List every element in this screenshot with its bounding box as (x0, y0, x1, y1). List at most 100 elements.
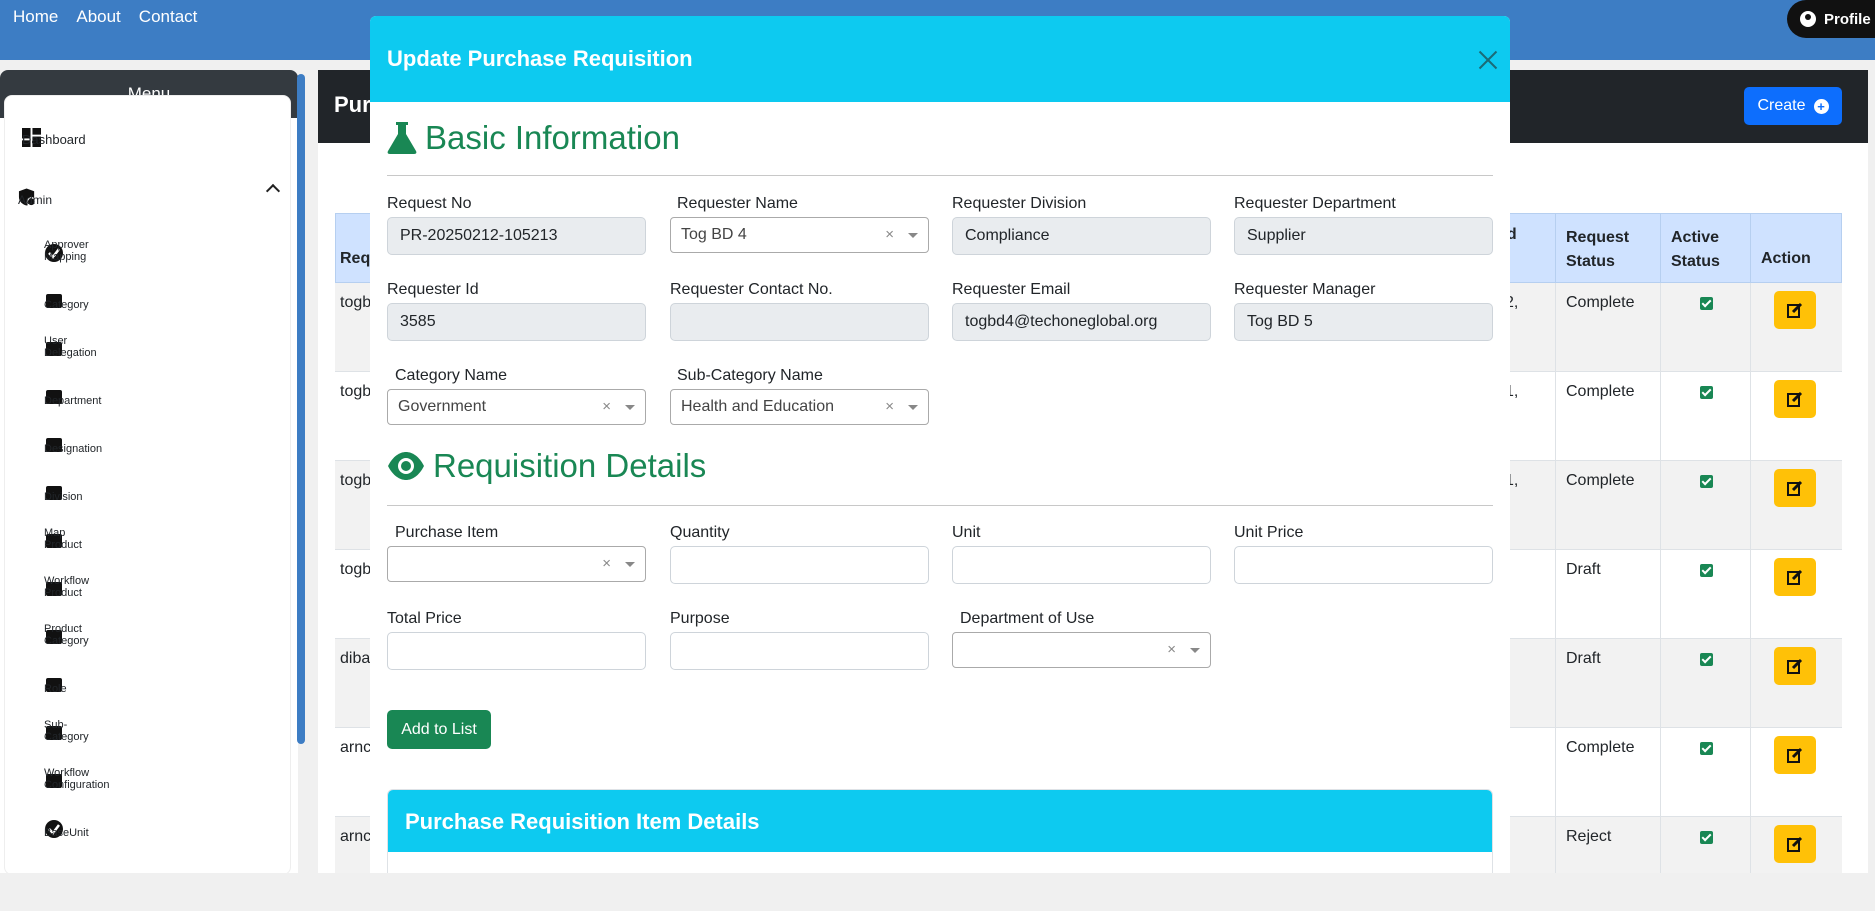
cell-request-status: Complete (1566, 472, 1635, 489)
edit-button[interactable] (1774, 647, 1816, 685)
sidebar-item-admin[interactable]: Admin (18, 187, 52, 207)
sidebar-item-label: Sub-Category (44, 719, 89, 743)
sidebar-item-role[interactable]: Role (44, 675, 67, 695)
unit-input[interactable] (952, 546, 1211, 584)
requisition-details-heading: Requisition Details (387, 447, 706, 485)
request-no-field[interactable]: PR-20250212-105213 (387, 217, 646, 255)
add-to-list-button[interactable]: Add to List (387, 710, 491, 749)
sidebar-item-map-product[interactable]: Map Product (44, 527, 82, 551)
clear-icon[interactable]: × (1167, 641, 1176, 658)
requester-email-label: Requester Email (952, 281, 1071, 298)
sidebar-item-approver-mapping[interactable]: Approver Mapping (44, 239, 89, 263)
sidebar-item-workflow-product[interactable]: Workflow Product (44, 575, 89, 599)
page-title: Pur (334, 92, 371, 117)
purchase-item-select[interactable]: × (387, 546, 646, 582)
requester-contact-field[interactable] (670, 303, 929, 341)
edit-icon (1787, 391, 1803, 407)
total-price-label: Total Price (387, 610, 462, 627)
edit-icon (1787, 302, 1803, 318)
sidebar-item-label: User Delegation (44, 335, 97, 359)
profile-button[interactable]: Profile (1787, 0, 1875, 38)
edit-button[interactable] (1774, 736, 1816, 774)
clear-icon[interactable]: × (885, 398, 894, 415)
requester-manager-field[interactable]: Tog BD 5 (1234, 303, 1493, 341)
modal-title: Update Purchase Requisition (387, 46, 693, 71)
edit-button[interactable] (1774, 825, 1816, 863)
requester-division-field[interactable]: Compliance (952, 217, 1211, 255)
edit-button[interactable] (1774, 558, 1816, 596)
chevron-down-icon[interactable] (1190, 648, 1200, 653)
section-title: Basic Information (425, 119, 680, 156)
sidebar-item-sub-category[interactable]: Sub-Category (44, 719, 89, 743)
unit-price-input[interactable] (1234, 546, 1493, 584)
cell-requester: arnc (340, 739, 372, 756)
chevron-down-icon[interactable] (908, 233, 918, 238)
active-status-checkbox[interactable] (1700, 386, 1713, 399)
cell-requester: togb (340, 472, 372, 489)
create-button[interactable]: Create + (1744, 87, 1842, 125)
chevron-down-icon[interactable] (625, 562, 635, 567)
cell-requester: arnc (340, 828, 372, 845)
edit-button[interactable] (1774, 380, 1816, 418)
category-name-select[interactable]: Government × (387, 389, 646, 425)
department-of-use-select[interactable]: × (952, 632, 1211, 668)
column-header-active-status[interactable]: Active Status (1671, 226, 1731, 274)
quantity-label: Quantity (670, 524, 730, 541)
edit-button[interactable] (1774, 291, 1816, 329)
quantity-input[interactable] (670, 546, 929, 584)
edit-button[interactable] (1774, 469, 1816, 507)
edit-icon (1787, 658, 1803, 674)
total-price-input[interactable] (387, 632, 646, 670)
cell-requester: togb (340, 561, 372, 578)
sidebar-item-product-category[interactable]: Product Category (44, 623, 89, 647)
unit-label: Unit (952, 524, 981, 541)
sidebar-item-label: Admin (18, 193, 53, 207)
column-header-request-status[interactable]: Request Status (1566, 226, 1646, 274)
sidebar-item-baseunit[interactable]: BaseUnit (44, 819, 89, 839)
requester-email-field[interactable]: togbd4@techoneglobal.org (952, 303, 1211, 341)
requester-id-label: Requester Id (387, 281, 479, 298)
nav-link-contact[interactable]: Contact (139, 7, 198, 27)
requester-id-field[interactable]: 3585 (387, 303, 646, 341)
select-value: Health and Education (681, 398, 834, 415)
modal-header: Update Purchase Requisition (370, 16, 1510, 102)
clear-icon[interactable]: × (602, 555, 611, 572)
update-requisition-modal: Update Purchase Requisition Basic Inform… (370, 16, 1510, 911)
cell-request-status: Reject (1566, 828, 1612, 845)
close-icon[interactable] (1478, 50, 1498, 70)
active-status-checkbox[interactable] (1700, 742, 1713, 755)
sidebar-item-user-delegation[interactable]: User Delegation (44, 335, 97, 359)
clear-icon[interactable]: × (885, 226, 894, 243)
sidebar-item-workflow-configuration[interactable]: Workflow Configuration (44, 767, 109, 791)
active-status-checkbox[interactable] (1700, 297, 1713, 310)
sidebar-scrollbar[interactable] (297, 74, 305, 744)
sidebar-item-designation[interactable]: Designation (44, 435, 102, 455)
column-header-action[interactable]: Action (1761, 250, 1811, 268)
nav-link-home[interactable]: Home (13, 7, 58, 27)
requester-division-label: Requester Division (952, 195, 1087, 212)
active-status-checkbox[interactable] (1700, 564, 1713, 577)
sidebar-item-label: Category (44, 299, 89, 311)
bottom-strip (0, 873, 1875, 911)
divider (387, 505, 1493, 506)
sidebar-item-label: Division (44, 491, 83, 503)
requester-department-field[interactable]: Supplier (1234, 217, 1493, 255)
chevron-down-icon[interactable] (908, 405, 918, 410)
nav-link-about[interactable]: About (76, 7, 120, 27)
plus-circle-icon: + (1813, 98, 1829, 114)
sub-category-name-select[interactable]: Health and Education × (670, 389, 929, 425)
purpose-input[interactable] (670, 632, 929, 670)
create-label: Create (1757, 97, 1806, 114)
sidebar-item-division[interactable]: Division (44, 483, 83, 503)
active-status-checkbox[interactable] (1700, 831, 1713, 844)
sidebar-item-dashboard[interactable]: Dashboard (22, 128, 86, 147)
edit-icon (1787, 480, 1803, 496)
sidebar-item-category[interactable]: Category (44, 291, 89, 311)
select-value: Government (398, 398, 487, 415)
chevron-down-icon[interactable] (625, 405, 635, 410)
active-status-checkbox[interactable] (1700, 653, 1713, 666)
sidebar-item-department[interactable]: Department (44, 387, 101, 407)
clear-icon[interactable]: × (602, 398, 611, 415)
active-status-checkbox[interactable] (1700, 475, 1713, 488)
requester-name-select[interactable]: Tog BD 4 × (670, 217, 929, 253)
